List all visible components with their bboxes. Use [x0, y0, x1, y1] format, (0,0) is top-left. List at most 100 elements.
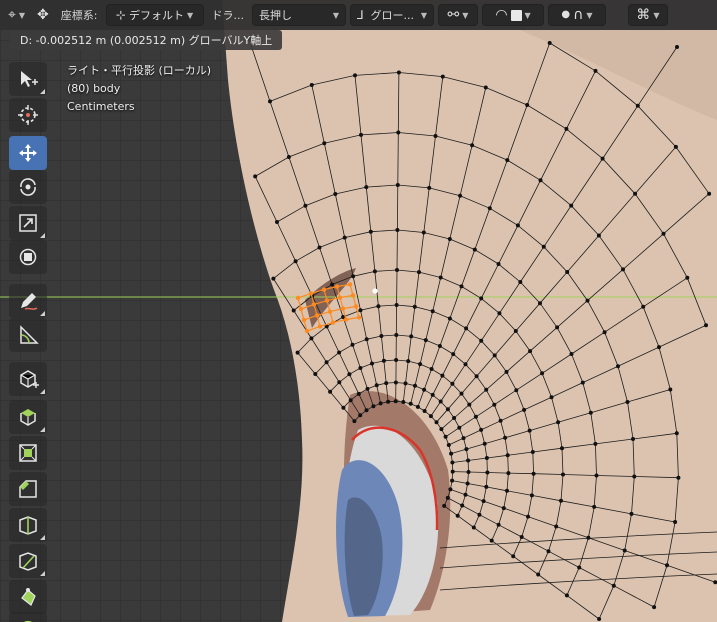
vertex[interactable] — [408, 401, 413, 406]
vertex[interactable] — [309, 83, 314, 87]
vertex[interactable] — [358, 308, 363, 313]
tool-variants-marker[interactable] — [40, 389, 45, 394]
vertex[interactable] — [303, 203, 308, 208]
move-tool[interactable] — [9, 136, 47, 170]
vertex[interactable] — [328, 389, 333, 394]
vertex[interactable] — [374, 383, 379, 388]
vertex[interactable] — [515, 223, 520, 228]
selected-vertex[interactable] — [324, 298, 330, 303]
vertex[interactable] — [527, 428, 532, 433]
vertex[interactable] — [295, 350, 300, 355]
vertex[interactable] — [505, 158, 510, 163]
vertex[interactable] — [351, 274, 356, 279]
vertex[interactable] — [514, 388, 519, 393]
pivot-dropdown[interactable]: ⊹ デフォルト ▼ — [105, 4, 204, 26]
vertex[interactable] — [324, 360, 329, 365]
vertex[interactable] — [538, 301, 542, 306]
vertex[interactable] — [482, 441, 487, 446]
selected-vertex[interactable] — [314, 313, 320, 318]
vertex[interactable] — [564, 593, 569, 598]
vertex[interactable] — [450, 381, 455, 386]
vertex[interactable] — [530, 450, 535, 454]
vertex[interactable] — [415, 404, 420, 409]
cursor-tool[interactable] — [9, 98, 47, 132]
vertex[interactable] — [559, 498, 563, 503]
selected-vertex[interactable] — [327, 309, 333, 314]
selected-vertex[interactable] — [311, 302, 317, 307]
annotate-tool[interactable] — [9, 284, 47, 318]
tool-variants-marker[interactable] — [40, 427, 45, 432]
vertex[interactable] — [358, 366, 363, 370]
extrude-tool[interactable] — [9, 400, 47, 434]
vertex[interactable] — [594, 473, 599, 478]
vertex[interactable] — [580, 380, 585, 385]
vertex[interactable] — [622, 548, 627, 553]
vertex[interactable] — [376, 304, 381, 309]
vertex[interactable] — [593, 441, 598, 446]
vertex[interactable] — [506, 471, 511, 476]
tool-variants-marker[interactable] — [40, 571, 45, 576]
vertex[interactable] — [356, 391, 361, 396]
vertex[interactable] — [464, 326, 469, 331]
vertex[interactable] — [447, 237, 452, 241]
vertex[interactable] — [370, 361, 374, 366]
vertex[interactable] — [555, 325, 560, 330]
vertex[interactable] — [413, 383, 417, 388]
vertex[interactable] — [625, 400, 630, 404]
selected-vertex[interactable] — [321, 287, 327, 292]
vertex[interactable] — [565, 270, 570, 274]
vertex[interactable] — [386, 399, 391, 404]
spin-tool[interactable] — [9, 612, 47, 622]
vertex[interactable] — [368, 229, 373, 234]
vertex[interactable] — [496, 262, 501, 266]
vertex[interactable] — [592, 504, 597, 509]
vertex[interactable] — [393, 380, 398, 385]
vertex[interactable] — [546, 549, 551, 554]
vertex[interactable] — [487, 206, 492, 211]
vertex[interactable] — [673, 144, 678, 149]
vertex[interactable] — [547, 41, 552, 45]
vertex[interactable] — [569, 203, 574, 208]
vertex[interactable] — [538, 178, 543, 183]
vertex[interactable] — [496, 522, 501, 527]
vertex[interactable] — [616, 364, 620, 369]
vertex[interactable] — [384, 381, 389, 386]
selected-vertex[interactable] — [308, 291, 314, 296]
vertex[interactable] — [438, 399, 443, 404]
vertex[interactable] — [458, 193, 463, 198]
vertex[interactable] — [461, 436, 466, 441]
vertex[interactable] — [460, 503, 465, 508]
vertex[interactable] — [459, 284, 464, 289]
move-gizmo-button[interactable]: ✥ — [33, 4, 53, 26]
vertex[interactable] — [401, 400, 406, 404]
vertex[interactable] — [442, 503, 447, 508]
vertex[interactable] — [498, 418, 503, 423]
vertex[interactable] — [337, 380, 342, 385]
vertex[interactable] — [477, 512, 482, 517]
vertex[interactable] — [467, 402, 472, 407]
vertex[interactable] — [504, 369, 509, 374]
measure-tool[interactable] — [9, 318, 47, 352]
vertex[interactable] — [271, 276, 276, 281]
vertex[interactable] — [561, 472, 565, 477]
vertex[interactable] — [378, 401, 383, 406]
vertex[interactable] — [364, 408, 369, 413]
vertex[interactable] — [484, 387, 489, 392]
vertex[interactable] — [437, 344, 442, 348]
vertex[interactable] — [438, 275, 443, 280]
vertex[interactable] — [465, 481, 470, 486]
loop-cut-tool[interactable] — [9, 508, 47, 542]
select-box-tool[interactable] — [9, 62, 47, 96]
active-vertex[interactable] — [372, 288, 378, 294]
vertex[interactable] — [293, 259, 298, 264]
vertex[interactable] — [466, 470, 471, 474]
proportional-checkbox[interactable] — [510, 9, 522, 21]
vertex[interactable] — [403, 381, 408, 386]
tool-variants-marker[interactable] — [40, 233, 45, 238]
vertex[interactable] — [471, 525, 476, 530]
vertex[interactable] — [526, 514, 530, 519]
vertex[interactable] — [445, 407, 450, 412]
vertex[interactable] — [430, 309, 435, 314]
add-cube-tool[interactable] — [9, 362, 47, 396]
vertex[interactable] — [395, 228, 400, 232]
